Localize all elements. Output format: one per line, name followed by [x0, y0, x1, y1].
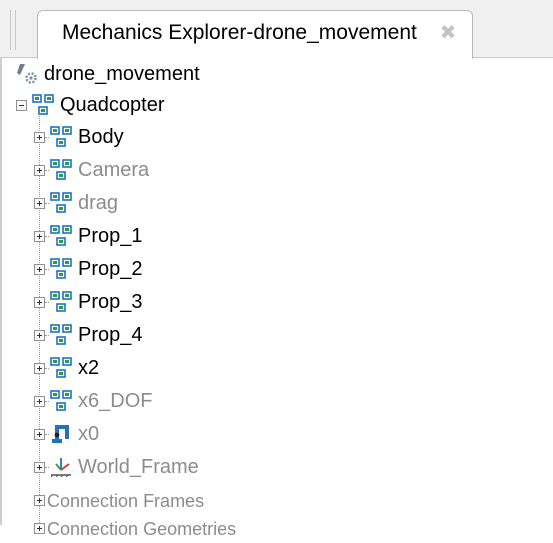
tree-item-label: Prop_3 — [78, 291, 143, 313]
tree-item-world-frame[interactable]: World_Frame — [34, 452, 334, 482]
close-icon[interactable]: ✖ — [438, 23, 458, 43]
model-gear-icon — [17, 64, 37, 84]
tree-connector — [45, 335, 49, 336]
tree-item-x2[interactable]: x2 — [34, 353, 334, 383]
model-tree: drone_movement Quadcopter Body Camera dr… — [0, 58, 553, 539]
subsystem-icon — [32, 94, 54, 115]
tree-item-x0[interactable]: x0 — [34, 419, 334, 449]
tree-item-label: drag — [78, 192, 119, 214]
expand-toggle-icon[interactable] — [34, 330, 45, 341]
tree-item-label: x0 — [78, 423, 100, 445]
tree-group-label: Quadcopter — [60, 94, 165, 116]
expand-toggle-icon[interactable] — [34, 363, 45, 374]
tree-item-label: Camera — [78, 159, 150, 181]
tree-folder-connection-geometries[interactable]: Connection Geometries — [34, 513, 334, 543]
expand-toggle-icon[interactable] — [34, 132, 45, 143]
expand-toggle-icon[interactable] — [34, 264, 45, 275]
expand-toggle-icon[interactable] — [34, 429, 45, 440]
tree-connector — [45, 401, 49, 402]
tree-connector — [45, 368, 49, 369]
tree-connector — [45, 269, 49, 270]
tree-item-label: Prop_1 — [78, 225, 143, 247]
subsystem-icon — [50, 357, 72, 378]
tab-strip-grip[interactable] — [10, 10, 16, 50]
tree-connector — [45, 467, 49, 468]
tree-item-label: World_Frame — [78, 456, 199, 478]
subsystem-icon — [50, 192, 72, 213]
tree-item-x6-dof[interactable]: x6_DOF — [34, 386, 334, 416]
tree-item-prop-2[interactable]: Prop_2 — [34, 254, 334, 284]
tree-connector — [45, 302, 49, 303]
subsystem-icon — [50, 258, 72, 279]
tree-item-label: x2 — [78, 357, 100, 379]
tab-title: Mechanics Explorer-drone_movement — [62, 21, 417, 44]
expand-toggle-icon[interactable] — [34, 297, 45, 308]
tree-item-label: Prop_4 — [78, 324, 143, 346]
expand-toggle-icon[interactable] — [34, 198, 45, 209]
tree-root-drone-movement[interactable]: drone_movement — [16, 59, 316, 89]
expand-toggle-icon[interactable] — [34, 495, 45, 506]
tree-item-label: x6_DOF — [78, 390, 153, 412]
collapse-toggle-icon[interactable] — [16, 100, 27, 111]
tree-item-label: Body — [78, 126, 124, 148]
tree-item-label: Prop_2 — [78, 258, 143, 280]
tree-item-drag[interactable]: drag — [34, 188, 334, 218]
tab-strip: Mechanics Explorer-drone_movement ✖ — [0, 0, 553, 59]
tree-group-quadcopter[interactable]: Quadcopter — [16, 90, 316, 120]
tree-connector — [45, 434, 49, 435]
tree-connector — [45, 137, 49, 138]
subsystem-icon — [50, 291, 72, 312]
tree-item-prop-1[interactable]: Prop_1 — [34, 221, 334, 251]
subsystem-icon — [50, 225, 72, 246]
world-frame-icon — [50, 458, 71, 477]
subsystem-icon — [50, 126, 72, 147]
robot-arm-icon — [52, 425, 69, 443]
tree-item-prop-4[interactable]: Prop_4 — [34, 320, 334, 350]
tree-connector — [45, 203, 49, 204]
tab-mechanics-explorer[interactable]: Mechanics Explorer-drone_movement ✖ — [37, 10, 473, 59]
tree-folder-connection-frames[interactable]: Connection Frames — [34, 485, 334, 515]
expand-toggle-icon[interactable] — [34, 462, 45, 473]
subsystem-icon — [50, 324, 72, 345]
subsystem-icon — [50, 390, 72, 411]
tree-item-camera[interactable]: Camera — [34, 155, 334, 185]
expand-toggle-icon[interactable] — [34, 231, 45, 242]
tree-connector — [45, 236, 49, 237]
expand-toggle-icon[interactable] — [34, 396, 45, 407]
tree-root-label: drone_movement — [44, 63, 200, 85]
subsystem-icon — [50, 159, 72, 180]
expand-toggle-icon[interactable] — [34, 165, 45, 176]
tree-folder-label: Connection Geometries — [47, 519, 237, 539]
tree-item-body[interactable]: Body — [34, 122, 334, 152]
tree-item-prop-3[interactable]: Prop_3 — [34, 287, 334, 317]
tree-folder-label: Connection Frames — [47, 491, 205, 511]
tree-connector — [45, 170, 49, 171]
